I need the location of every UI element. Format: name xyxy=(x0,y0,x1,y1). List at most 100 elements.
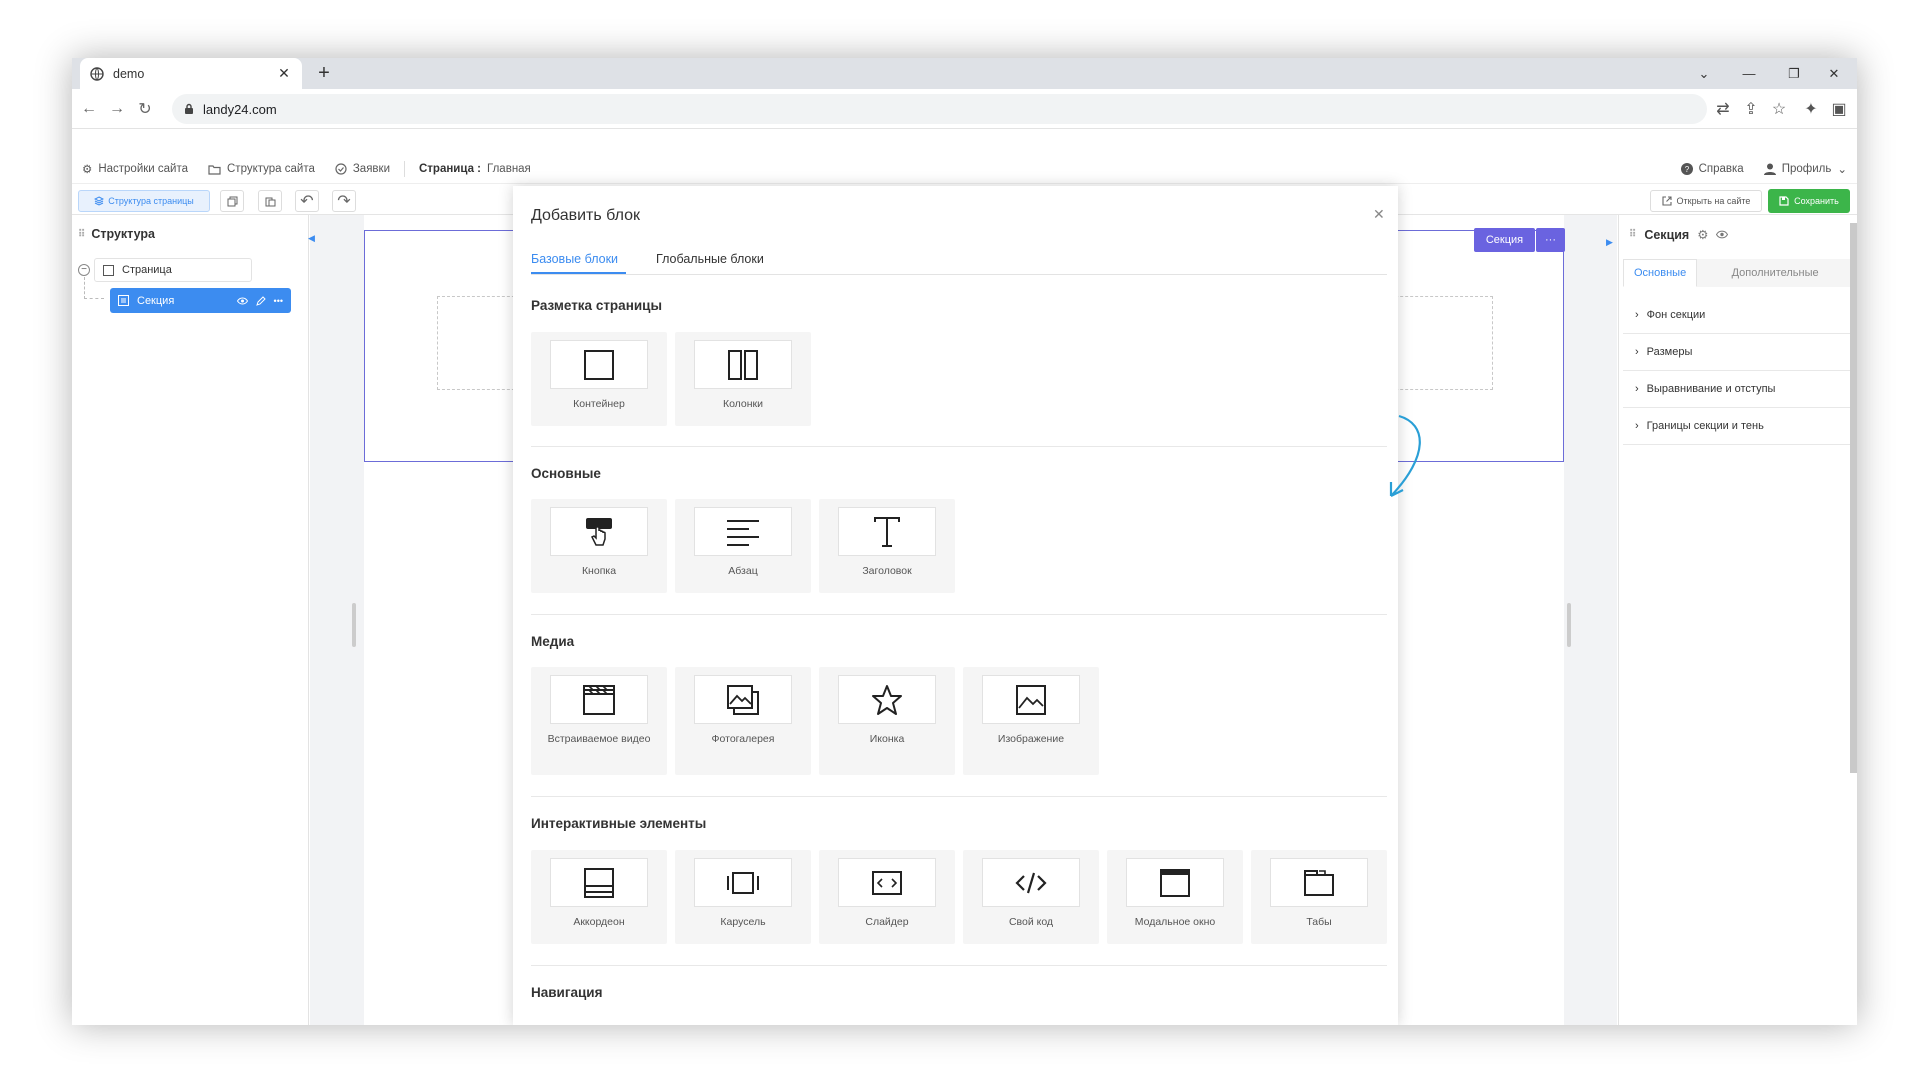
new-tab-icon[interactable]: + xyxy=(312,62,336,86)
tab-advanced[interactable]: Дополнительные xyxy=(1697,259,1853,287)
gear-icon: ⚙ xyxy=(82,164,93,176)
page-scrollbar[interactable] xyxy=(1850,223,1857,773)
right-resize-handle[interactable] xyxy=(1567,603,1571,647)
block-modal-window[interactable]: Модальное окно xyxy=(1107,850,1243,944)
block-container[interactable]: Контейнер xyxy=(531,332,667,426)
page-structure-button[interactable]: Структура страницы xyxy=(78,190,210,212)
collapse-left-panel-icon[interactable]: ◀ xyxy=(308,233,318,249)
section-square-icon xyxy=(118,295,129,306)
section-more-button[interactable]: ··· xyxy=(1536,228,1565,252)
undo-icon[interactable]: ↶ xyxy=(295,190,319,212)
block-custom-code[interactable]: Свой код xyxy=(963,850,1099,944)
tree-item-page[interactable]: Страница xyxy=(94,258,252,282)
forward-icon[interactable]: → xyxy=(106,98,128,120)
help-label: Справка xyxy=(1698,163,1744,175)
profile-menu[interactable]: Профиль ⌄ xyxy=(1763,162,1847,176)
tab-search-icon[interactable]: ⌄ xyxy=(1682,58,1726,89)
block-columns[interactable]: Колонки xyxy=(675,332,811,426)
block-heading[interactable]: Заголовок xyxy=(819,499,955,593)
tab-bar: demo ✕ + ⌄ — ❐ ✕ xyxy=(72,58,1857,89)
eye-icon[interactable] xyxy=(236,297,248,305)
block-label: Табы xyxy=(1306,916,1332,928)
side-panel-icon[interactable]: ▣ xyxy=(1828,98,1850,120)
expand-right-panel-icon[interactable]: ▶ xyxy=(1606,237,1613,248)
block-paragraph[interactable]: Абзац xyxy=(675,499,811,593)
app-top-bar: ⚙ Настройки сайта Структура сайта Заявки… xyxy=(72,155,1857,183)
block-video[interactable]: Встраиваемое видео xyxy=(531,667,667,775)
copy-icon[interactable] xyxy=(220,190,244,212)
block-icon[interactable]: Иконка xyxy=(819,667,955,775)
carousel-icon xyxy=(694,858,792,907)
drag-handle-icon: ⠿ xyxy=(78,228,86,240)
structure-title-label: Структура xyxy=(91,227,155,241)
gear-icon[interactable]: ⚙ xyxy=(1697,227,1708,242)
reload-icon[interactable]: ↻ xyxy=(134,98,156,120)
accordion-sizes[interactable]: › Размеры xyxy=(1623,334,1853,371)
block-label: Заголовок xyxy=(862,565,912,577)
requests-link[interactable]: Заявки xyxy=(335,163,390,175)
tree-item-section[interactable]: Секция ••• xyxy=(110,288,291,313)
block-label: Аккордеон xyxy=(573,916,625,928)
chevron-right-icon: › xyxy=(1635,420,1639,432)
browser-tab[interactable]: demo ✕ xyxy=(80,58,302,89)
translate-icon[interactable]: ⇄ xyxy=(1712,98,1734,120)
slider-icon xyxy=(838,858,936,907)
section-badge[interactable]: Секция xyxy=(1474,228,1535,252)
block-label: Колонки xyxy=(722,398,764,410)
extensions-icon[interactable]: ✦ xyxy=(1800,98,1822,120)
accordion-label: Границы секции и тень xyxy=(1646,420,1764,432)
tab-basic-blocks[interactable]: Базовые блоки xyxy=(531,252,618,266)
block-button[interactable]: Кнопка xyxy=(531,499,667,593)
accordion-borders[interactable]: › Границы секции и тень xyxy=(1623,408,1853,445)
floppy-icon xyxy=(1779,196,1789,206)
block-tabs[interactable]: Табы xyxy=(1251,850,1387,944)
restore-icon[interactable]: ❐ xyxy=(1772,58,1816,89)
tab-global-blocks[interactable]: Глобальные блоки xyxy=(656,252,764,266)
redo-icon[interactable]: ↷ xyxy=(332,190,356,212)
annotation-arrow-icon xyxy=(1389,414,1421,497)
minimize-icon[interactable]: — xyxy=(1727,58,1771,89)
folder-icon xyxy=(208,164,221,175)
help-link[interactable]: ? Справка xyxy=(1680,163,1744,175)
tabs-divider xyxy=(531,274,1387,275)
block-carousel[interactable]: Карусель xyxy=(675,850,811,944)
chevron-right-icon: › xyxy=(1635,346,1639,358)
avatar[interactable] xyxy=(1856,98,1857,120)
section-title-layout: Разметка страницы xyxy=(531,298,662,313)
save-button[interactable]: Сохранить xyxy=(1768,189,1850,213)
eye-icon[interactable] xyxy=(1716,230,1729,239)
image-icon xyxy=(982,675,1080,724)
tab-basic[interactable]: Основные xyxy=(1623,259,1698,287)
accordion-alignment[interactable]: › Выравнивание и отступы xyxy=(1623,371,1853,408)
block-accordion[interactable]: Аккордеон xyxy=(531,850,667,944)
block-image[interactable]: Изображение xyxy=(963,667,1099,775)
block-label: Контейнер xyxy=(573,398,625,410)
block-gallery[interactable]: Фотогалерея xyxy=(675,667,811,775)
site-structure-link[interactable]: Структура сайта xyxy=(208,163,315,175)
more-icon[interactable]: ••• xyxy=(274,296,283,306)
code-icon xyxy=(982,858,1080,907)
close-tab-icon[interactable]: ✕ xyxy=(276,65,292,82)
divider xyxy=(531,446,1387,447)
edit-icon[interactable] xyxy=(255,295,266,306)
chevron-right-icon: › xyxy=(1635,309,1639,321)
address-bar[interactable]: landy24.com xyxy=(172,94,1707,124)
browser-window: demo ✕ + ⌄ — ❐ ✕ ← → ↻ landy24.com ⇄ ⇪ ☆… xyxy=(72,58,1857,1025)
accordion-section-background[interactable]: › Фон секции xyxy=(1623,297,1853,334)
url-text: landy24.com xyxy=(203,101,277,117)
bookmark-star-icon[interactable]: ☆ xyxy=(1768,98,1790,120)
block-label: Свой код xyxy=(1008,916,1054,928)
close-window-icon[interactable]: ✕ xyxy=(1812,58,1856,89)
star-icon xyxy=(838,675,936,724)
close-icon[interactable]: ✕ xyxy=(1373,206,1385,223)
site-settings-link[interactable]: ⚙ Настройки сайта xyxy=(82,162,188,176)
open-on-site-button[interactable]: Открыть на сайте xyxy=(1650,190,1762,212)
paragraph-icon xyxy=(694,507,792,556)
left-resize-handle[interactable] xyxy=(352,603,356,647)
back-icon[interactable]: ← xyxy=(78,98,100,120)
share-icon[interactable]: ⇪ xyxy=(1740,98,1762,120)
collapse-icon[interactable]: − xyxy=(78,264,90,276)
paste-icon[interactable] xyxy=(258,190,282,212)
structure-panel: ⠿ Структура − Страница Секция ••• xyxy=(72,215,309,1025)
block-slider[interactable]: Слайдер xyxy=(819,850,955,944)
